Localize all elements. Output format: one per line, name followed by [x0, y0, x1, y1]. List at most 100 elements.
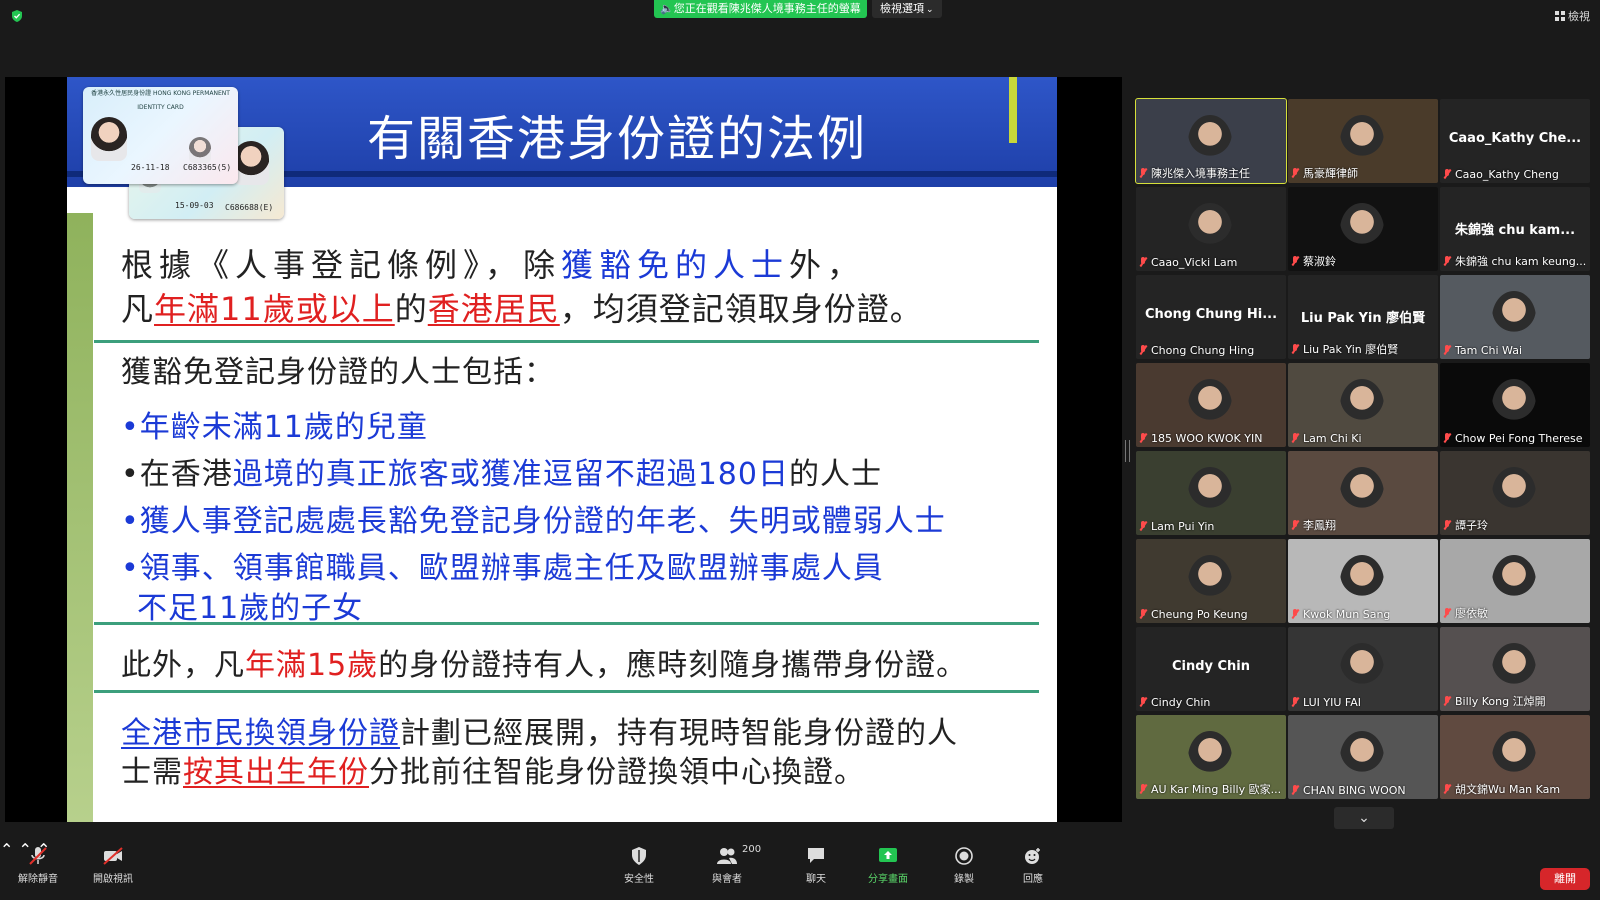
id-date-1: 26-11-18 [131, 163, 170, 172]
mic-muted-icon [1139, 433, 1147, 443]
mic-muted-icon [1291, 433, 1299, 443]
participant-tile[interactable]: 馬豪輝律師 [1288, 99, 1438, 183]
participant-tile[interactable]: 廖依敏 [1440, 539, 1590, 623]
bullet-4-line-2: 不足11歲的子女 [137, 591, 364, 626]
text-span: 分批前往智能身份證換領中心換證。 [369, 755, 865, 790]
participant-name-label: Tam Chi Wai [1443, 344, 1522, 357]
participant-tile[interactable]: Liu Pak Yin 廖伯賢 Liu Pak Yin 廖伯賢 [1288, 275, 1438, 359]
participant-name-text: 陳兆傑入境事務主任 [1151, 167, 1250, 180]
participant-name-text: Chong Chung Hing [1151, 344, 1255, 357]
reactions-button[interactable]: 回應 [1022, 846, 1044, 885]
mic-muted-icon [1139, 168, 1147, 178]
unmute-button[interactable]: 解除靜音 [18, 846, 58, 885]
mic-muted-icon [1443, 696, 1451, 706]
gallery-next-page-button[interactable]: ⌄ [1334, 807, 1394, 829]
bullet-4-line-1: •領事、領事館職員、歐盟辦事處主任及歐盟辦事處人員 [121, 551, 884, 586]
share-screen-icon [879, 848, 897, 862]
shield-icon [632, 847, 646, 865]
participant-tile[interactable]: Chow Pei Fong Therese [1440, 363, 1590, 447]
mic-muted-icon [1443, 520, 1451, 530]
mic-muted-icon [1139, 521, 1147, 531]
text-span: •在香港 [121, 457, 233, 492]
participant-figure [1492, 731, 1536, 785]
participant-tile[interactable]: Chong Chung Hi... Chong Chung Hing [1136, 275, 1286, 359]
text-span: 過境的真正旅客或獲准逗留不超過180日 [232, 457, 789, 492]
text-span: 根據《人事登記條例》，除 [121, 246, 562, 284]
participant-name-text: 廖依敏 [1455, 607, 1488, 620]
participant-figure [1492, 555, 1536, 609]
participant-name-label: 蔡淑鈴 [1291, 253, 1336, 269]
participant-tile[interactable]: AU Kar Ming Billy 歐家... [1136, 715, 1286, 799]
participant-tile[interactable]: 蔡淑鈴 [1288, 187, 1438, 271]
start-video-button[interactable]: 開啟視訊 [93, 846, 133, 885]
participant-tile[interactable]: 陳兆傑入境事務主任 [1135, 98, 1287, 184]
participant-tile[interactable]: CHAN BING WOON [1288, 715, 1438, 799]
participant-name-label: 李鳳翔 [1291, 517, 1336, 533]
mic-muted-icon [1139, 345, 1147, 355]
participant-tile[interactable]: 李鳳翔 [1288, 451, 1438, 535]
participant-name-label: 譚子玲 [1443, 517, 1488, 533]
id-number-2: C686688(E) [225, 203, 274, 212]
participant-display-name: Chong Chung Hi... [1144, 307, 1278, 322]
mic-muted-icon [1443, 345, 1451, 355]
shield-icon[interactable] [10, 9, 24, 23]
divider [94, 690, 1039, 693]
participant-tile[interactable]: Lam Chi Ki [1288, 363, 1438, 447]
participant-tile[interactable]: Kwok Mun Sang [1288, 539, 1438, 623]
chat-button[interactable]: 聊天 [805, 846, 827, 885]
chevron-down-icon: ⌄ [1358, 810, 1370, 826]
participant-tile[interactable]: Caao_Vicki Lam [1136, 187, 1286, 271]
view-layout-button[interactable]: 檢視 [1555, 8, 1590, 24]
participant-tile[interactable]: Cheung Po Keung [1136, 539, 1286, 623]
participant-name-text: 譚子玲 [1455, 519, 1488, 532]
record-icon [955, 847, 973, 865]
exempt-persons-text: 獲豁免的人士 [561, 246, 790, 284]
exempt-heading: 獲豁免登記身份證的人士包括： [121, 355, 555, 390]
participant-tile[interactable]: Caao_Kathy Che... Caao_Kathy Cheng [1440, 99, 1590, 183]
security-button[interactable]: 安全性 [624, 846, 654, 885]
top-bar: 🔈您正在觀看陳兆傑人境事務主任的螢幕 檢視選項 ⌄ 檢視 [0, 0, 1600, 28]
id-photo-small [189, 137, 211, 163]
text-span: 士需 [121, 755, 183, 790]
mic-muted-icon [1291, 168, 1299, 178]
participant-tile[interactable]: Tam Chi Wai [1440, 275, 1590, 359]
participants-button[interactable]: 200 與會者 [712, 844, 761, 885]
replacement-scheme-text: 全港市民換領身份證 [121, 716, 400, 751]
participant-tile[interactable]: 185 WOO KWOK YIN [1136, 363, 1286, 447]
participant-tile[interactable]: 譚子玲 [1440, 451, 1590, 535]
view-options-button[interactable]: 檢視選項 ⌄ [872, 0, 942, 18]
participant-tile[interactable]: 朱錦強 chu kam... 朱錦強 chu kam keung... [1440, 187, 1590, 271]
participant-figure [1340, 731, 1384, 785]
participant-name-label: AU Kar Ming Billy 歐家... [1139, 781, 1281, 797]
mic-muted-icon [1291, 520, 1299, 530]
participant-name-text: Chow Pei Fong Therese [1455, 432, 1583, 445]
participant-name-text: Lam Pui Yin [1151, 520, 1215, 533]
slide-title: 有關香港身份證的法例 [367, 111, 868, 167]
participant-name-text: 185 WOO KWOK YIN [1151, 432, 1263, 445]
participant-name-text: 李鳳翔 [1303, 519, 1336, 532]
bullet-1: •年齡未滿11歲的兒童 [121, 410, 428, 445]
share-banner-text: 您正在觀看陳兆傑人境事務主任的螢幕 [673, 2, 861, 15]
leave-meeting-button[interactable]: 離開 [1540, 868, 1590, 890]
text-span: 此外，凡 [121, 648, 245, 683]
participant-tile[interactable]: Billy Kong 江焯開 [1440, 627, 1590, 711]
participant-figure [1340, 643, 1384, 697]
share-screen-button[interactable]: 分享畫面 [868, 846, 908, 885]
record-button[interactable]: 錄製 [953, 846, 975, 885]
participant-tile[interactable]: Cindy Chin Cindy Chin [1136, 627, 1286, 711]
participant-tile[interactable]: Lam Pui Yin [1136, 451, 1286, 535]
participant-tile[interactable]: 胡文錦Wu Man Kam [1440, 715, 1590, 799]
participant-tile[interactable]: LUI YIU FAI [1288, 627, 1438, 711]
participant-display-name: Caao_Kathy Che... [1448, 131, 1582, 146]
panel-splitter-handle[interactable] [1125, 440, 1130, 462]
audio-options-caret-icon[interactable]: ⌃ [0, 840, 13, 859]
participant-name-text: Caao_Kathy Cheng [1455, 168, 1559, 181]
participant-name-text: Cheung Po Keung [1151, 608, 1248, 621]
replacement-line-2: 士需按其出生年份分批前往智能身份證換領中心換證。 [121, 747, 865, 791]
mic-muted-icon [1443, 256, 1451, 266]
mic-muted-icon [1291, 344, 1299, 354]
participant-name-text: Cindy Chin [1151, 696, 1211, 709]
view-layout-label: 檢視 [1568, 10, 1590, 23]
participant-figure [1340, 115, 1384, 169]
share-screen-label: 分享畫面 [868, 874, 908, 885]
